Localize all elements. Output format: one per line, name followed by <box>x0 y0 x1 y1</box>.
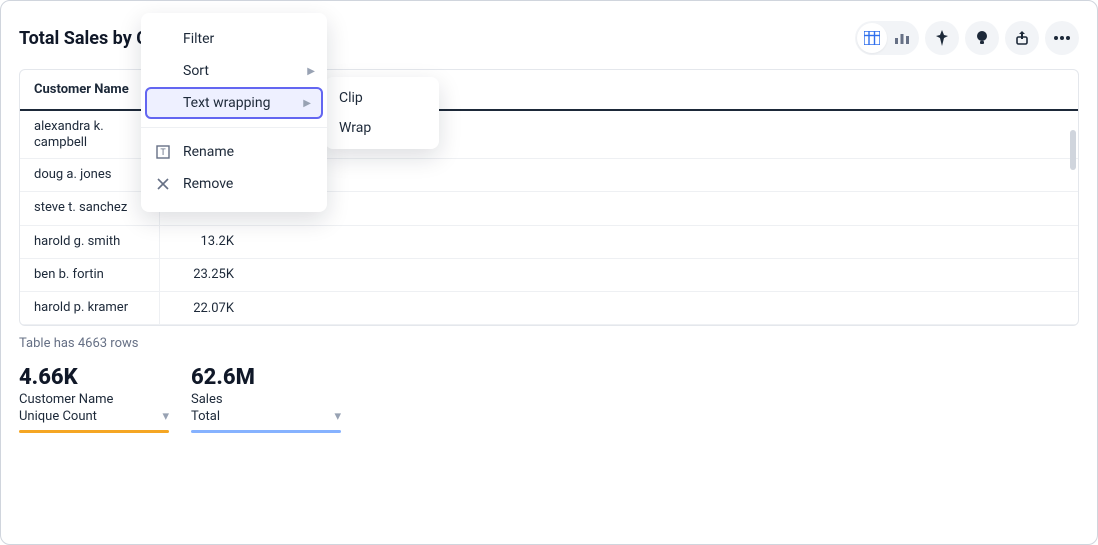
toolbar <box>855 21 1079 55</box>
view-table-button[interactable] <box>857 23 887 53</box>
scrollbar-thumb[interactable] <box>1070 130 1076 170</box>
submenu-item-wrap[interactable]: Wrap <box>325 113 439 143</box>
column-context-menu: Filter Sort ▶ Text wrapping ▶ T Rename R… <box>141 13 327 212</box>
page-title: Total Sales by C <box>19 28 148 49</box>
ctx-item-text-wrapping[interactable]: Text wrapping ▶ <box>145 87 323 119</box>
close-icon <box>155 178 171 190</box>
kpi-sales: 62.6M Sales Total ▾ <box>191 365 341 433</box>
share-icon <box>1015 30 1029 46</box>
ctx-item-label: Rename <box>183 144 234 160</box>
kpi-aggregation-select[interactable]: Unique Count ▾ <box>19 409 169 424</box>
chevron-down-icon: ▾ <box>162 409 169 424</box>
table-row[interactable]: harold g. smith 13.2K <box>20 226 1078 259</box>
ctx-item-sort[interactable]: Sort ▶ <box>141 55 327 87</box>
kpi-label: Customer Name <box>19 392 169 407</box>
kpi-customer-name: 4.66K Customer Name Unique Count ▾ <box>19 365 169 433</box>
row-count-label: Table has 4663 rows <box>19 336 1079 351</box>
ctx-item-remove[interactable]: Remove <box>141 168 327 200</box>
column-header-customer-name[interactable]: Customer Name <box>20 70 160 109</box>
text-wrapping-submenu: Clip Wrap <box>325 77 439 149</box>
view-chart-button[interactable] <box>887 23 917 53</box>
insight-button[interactable] <box>965 21 999 55</box>
kpi-label: Sales <box>191 392 341 407</box>
submenu-item-label: Clip <box>339 90 363 106</box>
cell-customer-name: ben b. fortin <box>20 259 160 291</box>
table-row[interactable]: harold p. kramer 22.07K <box>20 292 1078 325</box>
pin-button[interactable] <box>925 21 959 55</box>
cell-value: 22.07K <box>160 293 248 324</box>
cell-value: 13.2K <box>160 226 248 257</box>
chevron-right-icon: ▶ <box>307 66 315 77</box>
cell-customer-name: harold g. smith <box>20 226 160 258</box>
cell-customer-name: steve t. sanchez <box>20 192 160 224</box>
kpi-underline <box>19 430 169 433</box>
ctx-item-label: Text wrapping <box>183 95 270 111</box>
submenu-item-clip[interactable]: Clip <box>325 83 439 113</box>
svg-text:T: T <box>160 148 166 158</box>
table-icon <box>864 31 880 45</box>
bar-chart-icon <box>894 31 910 45</box>
submenu-item-label: Wrap <box>339 120 371 136</box>
kpi-aggregation-select[interactable]: Total ▾ <box>191 409 341 424</box>
chevron-right-icon: ▶ <box>303 98 311 109</box>
chevron-down-icon: ▾ <box>334 409 341 424</box>
view-toggle <box>855 21 919 55</box>
cell-customer-name: harold p. kramer <box>20 292 160 324</box>
cell-customer-name: doug a. jones <box>20 159 160 191</box>
cell-customer-name: alexandra k. campbell <box>20 111 160 158</box>
kpi-value: 62.6M <box>191 365 341 390</box>
pin-icon <box>935 30 949 46</box>
rename-icon: T <box>155 145 171 159</box>
ctx-item-label: Filter <box>183 31 214 47</box>
ctx-item-label: Sort <box>183 63 209 79</box>
ctx-divider <box>141 127 327 128</box>
lightbulb-icon <box>975 30 989 46</box>
ctx-item-label: Remove <box>183 176 233 192</box>
cell-value: 23.25K <box>160 259 248 290</box>
more-horizontal-icon <box>1054 36 1070 40</box>
app-window: Total Sales by C <box>0 0 1098 545</box>
kpi-aggregation-value: Unique Count <box>19 409 97 424</box>
table-row[interactable]: ben b. fortin 23.25K <box>20 259 1078 292</box>
more-button[interactable] <box>1045 21 1079 55</box>
ctx-item-filter[interactable]: Filter <box>141 23 327 55</box>
kpi-strip: 4.66K Customer Name Unique Count ▾ 62.6M… <box>19 365 1079 433</box>
share-button[interactable] <box>1005 21 1039 55</box>
kpi-underline <box>191 430 341 433</box>
kpi-aggregation-value: Total <box>191 409 220 424</box>
ctx-item-rename[interactable]: T Rename <box>141 136 327 168</box>
kpi-value: 4.66K <box>19 365 169 390</box>
